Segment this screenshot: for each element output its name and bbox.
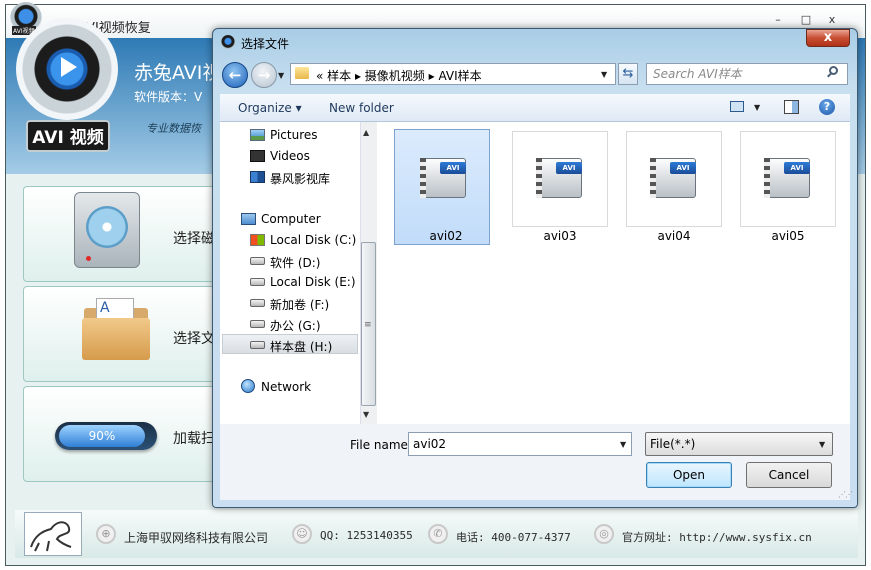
change-view-icon[interactable]: [730, 101, 744, 112]
drive-icon: [250, 299, 265, 307]
scroll-up-icon[interactable]: ▲: [363, 128, 369, 137]
film-strip-icon: [650, 158, 656, 198]
recent-locations-chevron-icon[interactable]: ▼: [278, 71, 284, 80]
menu-label-select-file: 选择文: [173, 331, 215, 347]
search-input[interactable]: Search AVI样本: [646, 63, 848, 85]
network-icon: [241, 379, 255, 393]
videos-icon: [250, 150, 265, 162]
play-icon: [61, 57, 77, 77]
avi-badge: AVI: [556, 162, 582, 174]
nav-item-drive-d[interactable]: 软件 (D:): [270, 254, 320, 271]
nav-item-drive-h[interactable]: 样本盘 (H:): [270, 338, 332, 355]
drive-icon: [250, 278, 265, 286]
horse-logo-icon: [24, 512, 82, 556]
nav-item-network[interactable]: Network: [261, 380, 311, 394]
folder-icon: [295, 67, 309, 79]
file-name[interactable]: avi02: [398, 229, 494, 243]
open-button[interactable]: Open: [646, 462, 732, 488]
app-brand: 赤兔AVI视: [134, 62, 222, 84]
nav-item-storm-library[interactable]: 暴风影视库: [270, 170, 330, 187]
address-path[interactable]: « 样本 ▸ 摄像机视频 ▸ AVI样本: [316, 67, 482, 84]
organize-button[interactable]: Organize ▾: [238, 101, 302, 115]
dialog-title: 选择文件: [241, 37, 290, 51]
app-logo-badge: AVI 视频: [26, 120, 110, 152]
pictures-icon: [250, 129, 265, 141]
footer-qq: QQ: 1253140355: [320, 529, 413, 542]
resize-grip-icon[interactable]: ⋰⋰: [838, 490, 853, 499]
windows-drive-icon: [250, 234, 265, 246]
view-chevron-down-icon[interactable]: ▼: [754, 103, 760, 112]
file-type-select[interactable]: File(*.*): [645, 432, 833, 456]
nav-item-drive-f[interactable]: 新加卷 (F:): [270, 296, 329, 313]
company-icon: ⊕: [96, 524, 116, 544]
file-name[interactable]: avi05: [740, 229, 836, 243]
disk-led-icon: [86, 256, 91, 261]
nav-item-pictures[interactable]: Pictures: [270, 128, 318, 142]
drive-icon: [250, 257, 265, 265]
file-name-input[interactable]: avi02: [408, 432, 632, 456]
film-strip-icon: [420, 158, 426, 198]
file-name-chevron-down-icon[interactable]: ▼: [620, 440, 626, 449]
avi-badge: AVI: [670, 162, 696, 174]
scroll-grip-icon: ≡: [364, 320, 372, 330]
navigation-pane: [220, 122, 378, 424]
drive-icon: [250, 320, 265, 328]
refresh-button[interactable]: ⇆: [618, 63, 638, 85]
nav-item-drive-c[interactable]: Local Disk (C:): [270, 233, 356, 247]
phone-icon: ✆: [428, 524, 448, 544]
file-type-chevron-down-icon[interactable]: ▼: [819, 440, 825, 449]
dialog-app-icon: [221, 35, 235, 49]
forward-button[interactable]: →: [251, 62, 277, 88]
progress-text: 90%: [59, 425, 145, 447]
avi-badge: AVI: [784, 162, 810, 174]
cancel-button[interactable]: Cancel: [746, 462, 832, 488]
drive-icon: [250, 341, 265, 349]
library-icon: [250, 171, 265, 183]
nav-item-drive-g[interactable]: 办公 (G:): [270, 317, 321, 334]
maximize-button[interactable]: □: [800, 14, 812, 26]
dialog-close-button[interactable]: x: [806, 29, 850, 47]
preview-pane-icon[interactable]: [784, 100, 799, 114]
nav-item-drive-e[interactable]: Local Disk (E:): [270, 275, 356, 289]
app-version: 软件版本：V: [134, 90, 203, 104]
app-slogan: 专业数据恢: [146, 122, 201, 135]
disk-platter-icon: [86, 206, 128, 248]
scroll-down-icon[interactable]: ▼: [363, 410, 369, 419]
new-folder-button[interactable]: New folder: [329, 101, 394, 115]
back-button[interactable]: ←: [222, 62, 248, 88]
menu-label-select-disk: 选择磁: [173, 231, 215, 247]
nav-item-computer[interactable]: Computer: [261, 212, 321, 226]
address-chevron-down-icon[interactable]: ▼: [601, 70, 607, 79]
computer-icon: [241, 213, 256, 225]
globe-icon: ◎: [594, 524, 614, 544]
footer-company: 上海甲驭网络科技有限公司: [124, 531, 269, 545]
film-strip-icon: [536, 158, 542, 198]
file-name[interactable]: avi03: [512, 229, 608, 243]
folder-icon: [82, 318, 150, 360]
help-icon[interactable]: ?: [819, 99, 835, 115]
film-strip-icon: [764, 158, 770, 198]
footer-website[interactable]: 官方网址: http://www.sysfix.cn: [622, 529, 812, 545]
app-close-button[interactable]: x: [826, 14, 838, 26]
qq-icon: ☺: [292, 524, 312, 544]
minimize-button[interactable]: –: [772, 14, 784, 26]
nav-item-videos[interactable]: Videos: [270, 149, 310, 163]
avi-badge: AVI: [440, 162, 466, 174]
footer-phone: 电话: 400-077-4377: [456, 531, 571, 544]
file-name-label: File name:: [350, 438, 412, 452]
file-name[interactable]: avi04: [626, 229, 722, 243]
menu-label-load-scan: 加载扫: [173, 431, 215, 447]
